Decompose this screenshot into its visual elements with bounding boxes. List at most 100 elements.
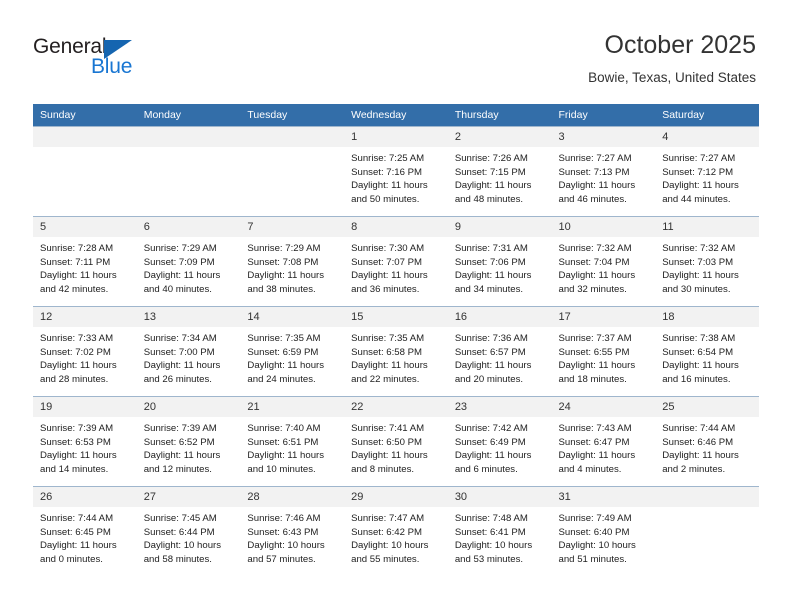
day-number: 13 <box>136 307 241 327</box>
calendar-day-cell[interactable]: 2 Sunrise: 7:26 AM Sunset: 7:15 PM Daylight… <box>447 126 552 216</box>
day-cell: 27 Sunrise: 7:45 AM Sunset: 6:44 PM Dayligh… <box>136 486 241 576</box>
sunset-time: Sunset: 7:08 PM <box>247 256 319 268</box>
sunset-time: Sunset: 6:57 PM <box>454 346 526 358</box>
sunrise-time: Sunrise: 7:39 AM <box>143 423 217 434</box>
calendar-day-cell[interactable]: 22 Sunrise: 7:41 AM Sunset: 6:50 PM Dayligh… <box>344 396 448 486</box>
sunset-time: Sunset: 6:46 PM <box>662 436 734 448</box>
daylight-duration-line1: Daylight: 11 hours <box>454 270 532 282</box>
day-number: 1 <box>344 127 448 147</box>
day-number: 20 <box>136 397 241 417</box>
day-sun-info: Sunrise: 7:49 AM Sunset: 6:40 PM Daylight:… <box>552 507 656 566</box>
day-sun-info: Sunrise: 7:26 AM Sunset: 7:15 PM Daylight:… <box>448 147 552 206</box>
daylight-duration-line2: and 38 minutes. <box>247 283 316 295</box>
day-sun-info: Sunrise: 7:40 AM Sunset: 6:51 PM Daylight:… <box>240 417 344 476</box>
daylight-duration-line2: and 6 minutes. <box>454 463 518 475</box>
day-cell: 29 Sunrise: 7:47 AM Sunset: 6:42 PM Dayligh… <box>344 486 448 576</box>
day-number: 29 <box>344 487 448 507</box>
calendar-day-cell[interactable]: 14 Sunrise: 7:35 AM Sunset: 6:59 PM Dayligh… <box>240 306 345 396</box>
calendar-day-cell[interactable]: 13 Sunrise: 7:34 AM Sunset: 7:00 PM Dayligh… <box>136 306 241 396</box>
calendar-day-cell[interactable]: 28 Sunrise: 7:46 AM Sunset: 6:43 PM Dayligh… <box>240 486 345 576</box>
calendar-day-cell[interactable]: 6 Sunrise: 7:29 AM Sunset: 7:09 PM Daylight… <box>136 216 241 306</box>
sunrise-time: Sunrise: 7:36 AM <box>454 333 528 344</box>
day-cell: 19 Sunrise: 7:39 AM Sunset: 6:53 PM Dayligh… <box>33 396 137 486</box>
sunset-time: Sunset: 6:58 PM <box>351 346 423 358</box>
calendar-day-cell[interactable]: 5 Sunrise: 7:28 AM Sunset: 7:11 PM Daylight… <box>33 216 137 306</box>
calendar-day-cell[interactable]: 17 Sunrise: 7:37 AM Sunset: 6:55 PM Dayligh… <box>551 306 656 396</box>
day-number: 8 <box>344 217 448 237</box>
sunset-time: Sunset: 7:12 PM <box>662 166 734 178</box>
calendar-day-cell[interactable]: 24 Sunrise: 7:43 AM Sunset: 6:47 PM Dayligh… <box>551 396 656 486</box>
day-number <box>136 127 241 147</box>
empty-day-cell <box>240 126 345 216</box>
calendar-day-cell[interactable]: 27 Sunrise: 7:45 AM Sunset: 6:44 PM Dayligh… <box>136 486 241 576</box>
calendar-day-cell[interactable]: 12 Sunrise: 7:33 AM Sunset: 7:02 PM Dayligh… <box>33 306 137 396</box>
day-sun-info: Sunrise: 7:29 AM Sunset: 7:09 PM Daylight:… <box>137 237 241 296</box>
day-sun-info: Sunrise: 7:44 AM Sunset: 6:46 PM Daylight:… <box>655 417 759 476</box>
day-number: 31 <box>551 487 656 507</box>
weekday-header-saturday: Saturday <box>655 104 759 126</box>
day-sun-info: Sunrise: 7:27 AM Sunset: 7:12 PM Daylight:… <box>655 147 759 206</box>
calendar-day-cell[interactable]: 26 Sunrise: 7:44 AM Sunset: 6:45 PM Dayligh… <box>33 486 137 576</box>
weekday-header-wednesday: Wednesday <box>344 104 448 126</box>
calendar-day-cell[interactable]: 4 Sunrise: 7:27 AM Sunset: 7:12 PM Daylight… <box>655 126 759 216</box>
day-number: 10 <box>551 217 656 237</box>
daylight-duration-line2: and 44 minutes. <box>662 193 731 205</box>
daylight-duration-line2: and 58 minutes. <box>143 553 212 565</box>
daylight-duration-line2: and 4 minutes. <box>558 463 622 475</box>
sunrise-time: Sunrise: 7:30 AM <box>351 243 425 254</box>
calendar-day-cell <box>240 126 345 216</box>
calendar-day-cell[interactable]: 9 Sunrise: 7:31 AM Sunset: 7:06 PM Daylight… <box>447 216 552 306</box>
daylight-duration-line1: Daylight: 11 hours <box>351 360 428 372</box>
daylight-duration-line1: Daylight: 10 hours <box>351 540 429 552</box>
calendar-day-cell[interactable]: 31 Sunrise: 7:49 AM Sunset: 6:40 PM Dayligh… <box>551 486 656 576</box>
calendar-day-cell[interactable]: 20 Sunrise: 7:39 AM Sunset: 6:52 PM Dayligh… <box>136 396 241 486</box>
calendar-day-cell[interactable]: 1 Sunrise: 7:25 AM Sunset: 7:16 PM Daylight… <box>344 126 448 216</box>
daylight-duration-line1: Daylight: 11 hours <box>454 450 532 462</box>
day-sun-info: Sunrise: 7:35 AM Sunset: 6:58 PM Daylight:… <box>344 327 448 386</box>
calendar-week-row: 1 Sunrise: 7:25 AM Sunset: 7:16 PM Daylight… <box>33 126 759 216</box>
day-cell: 25 Sunrise: 7:44 AM Sunset: 6:46 PM Dayligh… <box>655 396 759 486</box>
day-sun-info: Sunrise: 7:28 AM Sunset: 7:11 PM Daylight:… <box>33 237 137 296</box>
calendar-day-cell[interactable]: 8 Sunrise: 7:30 AM Sunset: 7:07 PM Daylight… <box>344 216 448 306</box>
calendar-day-cell[interactable]: 16 Sunrise: 7:36 AM Sunset: 6:57 PM Dayligh… <box>447 306 552 396</box>
daylight-duration-line1: Daylight: 11 hours <box>662 450 739 462</box>
sunrise-time: Sunrise: 7:42 AM <box>454 423 528 434</box>
weekday-header-friday: Friday <box>551 104 656 126</box>
calendar-day-cell[interactable]: 10 Sunrise: 7:32 AM Sunset: 7:04 PM Dayligh… <box>551 216 656 306</box>
day-cell: 7 Sunrise: 7:29 AM Sunset: 7:08 PM Daylight… <box>240 216 345 306</box>
calendar-day-cell[interactable]: 29 Sunrise: 7:47 AM Sunset: 6:42 PM Dayligh… <box>344 486 448 576</box>
daylight-duration-line1: Daylight: 10 hours <box>143 540 222 552</box>
calendar-day-cell[interactable]: 23 Sunrise: 7:42 AM Sunset: 6:49 PM Dayligh… <box>447 396 552 486</box>
sunrise-time: Sunrise: 7:32 AM <box>558 243 632 254</box>
sunrise-time: Sunrise: 7:29 AM <box>143 243 217 254</box>
daylight-duration-line1: Daylight: 11 hours <box>40 360 117 372</box>
day-cell: 30 Sunrise: 7:48 AM Sunset: 6:41 PM Dayligh… <box>447 486 552 576</box>
daylight-duration-line1: Daylight: 11 hours <box>247 450 325 462</box>
calendar-day-cell[interactable]: 30 Sunrise: 7:48 AM Sunset: 6:41 PM Dayligh… <box>447 486 552 576</box>
empty-day-cell <box>33 126 137 216</box>
sunrise-time: Sunrise: 7:38 AM <box>662 333 736 344</box>
day-number: 19 <box>33 397 137 417</box>
daylight-duration-line2: and 34 minutes. <box>454 283 524 295</box>
day-number: 16 <box>447 307 552 327</box>
general-blue-logo[interactable]: General Blue <box>33 36 153 84</box>
calendar-day-cell[interactable]: 11 Sunrise: 7:32 AM Sunset: 7:03 PM Dayligh… <box>655 216 759 306</box>
daylight-duration-line1: Daylight: 11 hours <box>40 450 117 462</box>
daylight-duration-line2: and 53 minutes. <box>454 553 524 565</box>
day-number: 6 <box>136 217 241 237</box>
calendar-day-cell[interactable]: 25 Sunrise: 7:44 AM Sunset: 6:46 PM Dayligh… <box>655 396 759 486</box>
daylight-duration-line1: Daylight: 10 hours <box>454 540 533 552</box>
calendar-day-cell[interactable]: 15 Sunrise: 7:35 AM Sunset: 6:58 PM Dayligh… <box>344 306 448 396</box>
calendar-day-cell[interactable]: 7 Sunrise: 7:29 AM Sunset: 7:08 PM Daylight… <box>240 216 345 306</box>
day-cell: 15 Sunrise: 7:35 AM Sunset: 6:58 PM Dayligh… <box>344 306 448 396</box>
day-cell: 11 Sunrise: 7:32 AM Sunset: 7:03 PM Dayligh… <box>655 216 759 306</box>
calendar-day-cell[interactable]: 21 Sunrise: 7:40 AM Sunset: 6:51 PM Dayligh… <box>240 396 345 486</box>
calendar-day-cell[interactable]: 18 Sunrise: 7:38 AM Sunset: 6:54 PM Dayligh… <box>655 306 759 396</box>
daylight-duration-line1: Daylight: 11 hours <box>247 270 325 282</box>
sunrise-time: Sunrise: 7:27 AM <box>558 153 632 164</box>
daylight-duration-line1: Daylight: 11 hours <box>351 180 428 192</box>
sunset-time: Sunset: 7:09 PM <box>143 256 215 268</box>
calendar-day-cell[interactable]: 3 Sunrise: 7:27 AM Sunset: 7:13 PM Daylight… <box>551 126 656 216</box>
day-number: 27 <box>136 487 241 507</box>
calendar-day-cell[interactable]: 19 Sunrise: 7:39 AM Sunset: 6:53 PM Dayligh… <box>33 396 137 486</box>
